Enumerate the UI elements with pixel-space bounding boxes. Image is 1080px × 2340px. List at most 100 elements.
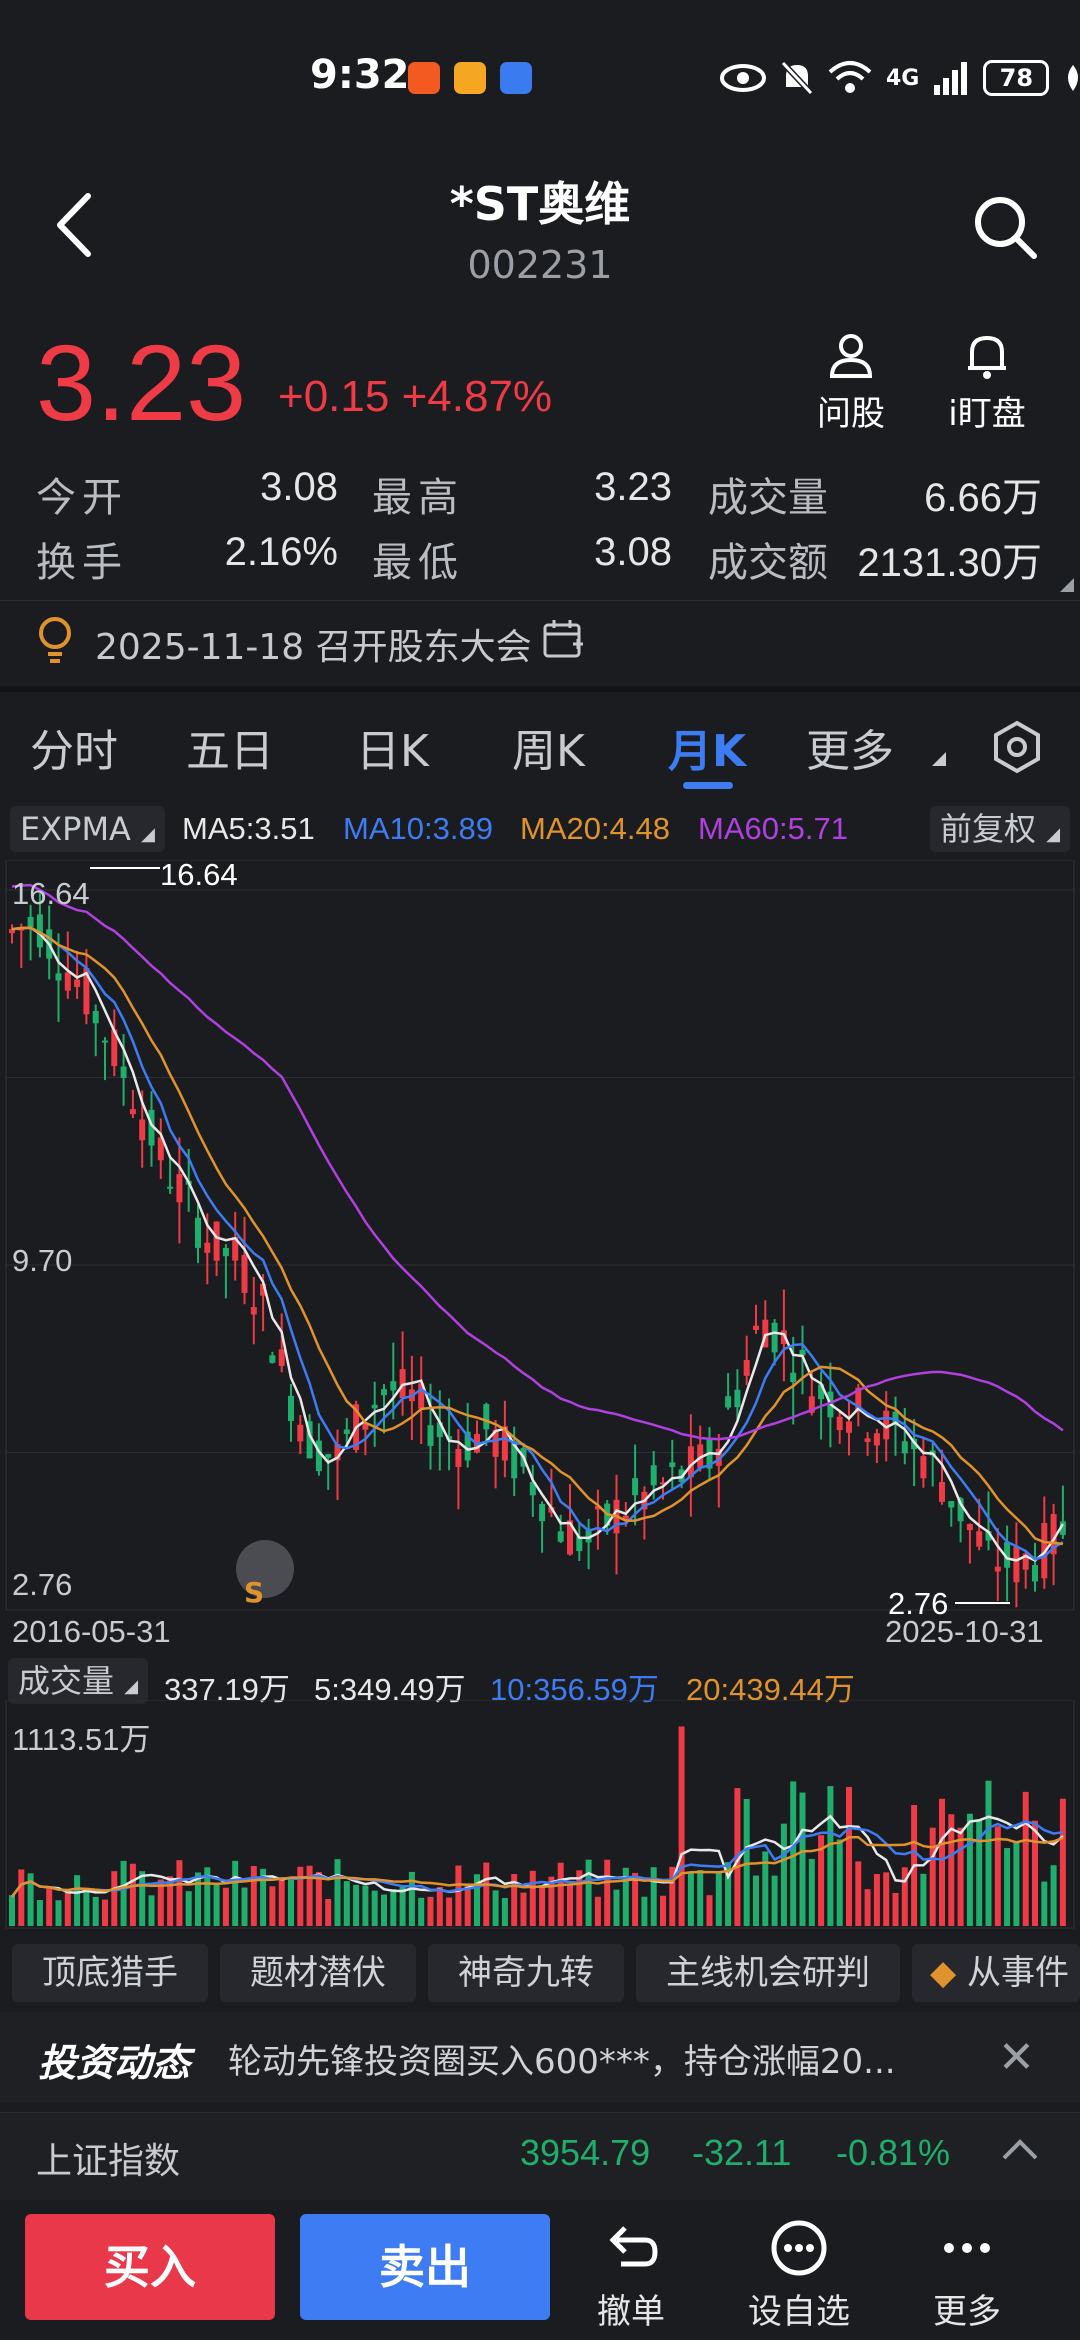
volume-bar (306, 1865, 313, 1926)
candle-body (734, 1389, 741, 1408)
tab-five-day[interactable]: 五日 (186, 715, 274, 779)
signal-mark: S (244, 1576, 265, 1609)
candle-body (632, 1478, 639, 1496)
tab-monthly-k[interactable]: 月K (668, 715, 746, 779)
ma5-label: MA5:3.51 (182, 811, 315, 846)
candle-body (864, 1438, 871, 1442)
volume-bar (1004, 1848, 1011, 1926)
volume-bar (55, 1900, 62, 1926)
calendar-add-icon[interactable] (542, 618, 584, 660)
volume-bar (483, 1862, 490, 1926)
volume-bar (604, 1859, 611, 1926)
cancel-order-label: 撤单 (597, 2292, 665, 2332)
volume-bar (455, 1865, 462, 1926)
volume-bar (325, 1898, 332, 1926)
candle-body (167, 1186, 174, 1189)
settings-hexagon-icon[interactable] (990, 720, 1044, 774)
leaf-icon (1068, 65, 1079, 91)
volume-bar (827, 1786, 834, 1926)
adjust-label: 前复权 (940, 810, 1037, 848)
volume-bar (334, 1859, 341, 1926)
volume-bar (501, 1898, 508, 1926)
volume-bar (269, 1886, 276, 1926)
volume-bar (920, 1873, 927, 1926)
adjust-select[interactable]: 前复权 ◢ (930, 806, 1071, 852)
app-notification-icon-3 (500, 62, 532, 94)
volume-indicator-select[interactable]: 成交量 ◢ (8, 1658, 149, 1704)
volume-bar (148, 1895, 155, 1926)
volume-bar (278, 1877, 285, 1926)
candle-body (129, 1109, 136, 1115)
change-amount: +0.15 (278, 372, 390, 421)
candle-body (427, 1425, 434, 1446)
more-actions-button[interactable]: 更多 (902, 2220, 1032, 2333)
kline-top-price: 16.64 (12, 876, 90, 911)
feature-theme[interactable]: 题材潜伏 (220, 1944, 416, 2002)
sell-button[interactable]: 卖出 (300, 2214, 550, 2320)
app-notification-icon-2 (454, 62, 486, 94)
expand-corner-icon[interactable] (1060, 578, 1074, 592)
volume-bar (892, 1893, 899, 1926)
volume-bar (46, 1888, 53, 1926)
candle-body (343, 1429, 350, 1434)
index-value: 3954.79 (520, 2132, 651, 2173)
volume-bar (9, 1895, 15, 1926)
price-change: +0.15 +4.87% (278, 372, 552, 422)
cancel-order-button[interactable]: 撤单 (566, 2220, 696, 2333)
app-notification-icon (408, 62, 440, 94)
feature-top-bottom[interactable]: 顶底猎手 (12, 1944, 208, 2002)
ask-stock-button[interactable]: 问股 (786, 330, 916, 435)
volume-bar (836, 1839, 843, 1926)
main-indicator-select[interactable]: EXPMA ◢ (10, 806, 165, 852)
chevron-up-icon[interactable] (1000, 2130, 1040, 2170)
candle-body (743, 1359, 750, 1376)
volume-bar (120, 1860, 127, 1926)
volume-bar (418, 1897, 425, 1926)
feature-mainline[interactable]: 主线机会研判 (636, 1944, 900, 2002)
tab-more[interactable]: 更多 (806, 715, 894, 779)
volume-bar (371, 1890, 378, 1926)
active-tab-indicator (683, 782, 733, 789)
volume-bar (780, 1823, 787, 1926)
volume-bar (176, 1860, 183, 1926)
tab-intraday[interactable]: 分时 (30, 715, 118, 779)
stat-high-label: 最高 (372, 475, 464, 521)
candle-body (771, 1322, 778, 1353)
tab-weekly-k[interactable]: 周K (512, 715, 585, 779)
volume-bar (399, 1886, 406, 1926)
candle-body (901, 1441, 908, 1454)
volume-indicator-label: 成交量 (18, 1662, 115, 1700)
watch-button[interactable]: i盯盘 (922, 330, 1052, 435)
candle-body (920, 1456, 927, 1479)
news-text[interactable]: 轮动先锋投资圈买入600***，持仓涨幅20... (228, 2034, 948, 2083)
volume-bar (1013, 1841, 1020, 1926)
volume-bar (129, 1863, 136, 1926)
stat-amount-value: 2131.30万 (857, 541, 1042, 585)
volume-bar (567, 1884, 573, 1926)
candle-body (195, 1217, 201, 1248)
stat-turnover-value: 2.16% (224, 530, 338, 574)
volume-bar (687, 1872, 694, 1926)
volume-bar (83, 1890, 90, 1926)
feature-nine-turn[interactable]: 神奇九转 (428, 1944, 624, 2002)
mute-bell-icon (780, 60, 814, 96)
candle-body (325, 1454, 332, 1458)
volume-bar (139, 1871, 146, 1926)
kline-chart[interactable] (0, 860, 1080, 1620)
feature-event[interactable]: ◆ 从事件 (912, 1944, 1080, 2002)
add-watchlist-button[interactable]: 设自选 (734, 2220, 864, 2333)
close-icon[interactable]: ✕ (998, 2032, 1035, 2083)
tab-daily-k[interactable]: 日K (356, 715, 429, 779)
candle-body (92, 1010, 99, 1024)
candle-body (483, 1404, 490, 1430)
volume-chart[interactable] (0, 1700, 1080, 1932)
volume-bar (771, 1875, 778, 1926)
buy-button[interactable]: 买入 (25, 2214, 275, 2320)
volume-bar (492, 1890, 499, 1926)
candle-body (725, 1396, 732, 1408)
volume-bar (799, 1792, 806, 1926)
candle-body (836, 1416, 843, 1430)
search-button[interactable] (970, 192, 1040, 262)
volume-bar (343, 1881, 350, 1926)
volume-bar (390, 1889, 397, 1926)
